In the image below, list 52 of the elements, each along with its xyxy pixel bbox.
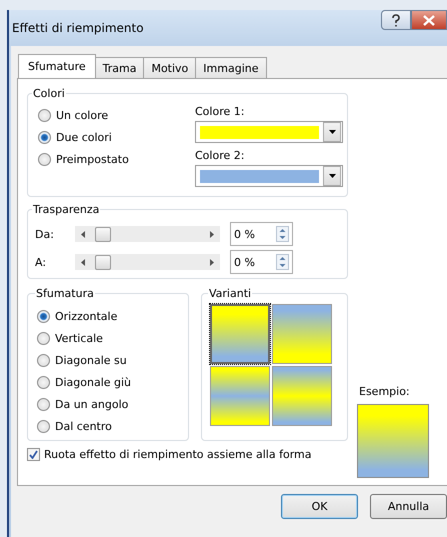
radio-option[interactable]: Diagonale su	[37, 352, 182, 368]
gradient-variant[interactable]	[272, 304, 332, 364]
slider-label: Da:	[34, 228, 55, 240]
group-title: Varianti	[208, 287, 252, 300]
help-icon	[390, 14, 402, 26]
window-title: Effetti di riempimento	[11, 21, 144, 35]
tab[interactable]: Sfumature	[18, 54, 96, 78]
radio-option[interactable]: Orizzontale	[37, 308, 182, 324]
color-label: Colore 1:	[195, 105, 246, 118]
spinner-arrows-icon[interactable]	[276, 226, 289, 242]
slider-thumb[interactable]	[94, 227, 111, 242]
gradient-variant[interactable]	[272, 366, 332, 426]
radio-option[interactable]: Due colori	[38, 129, 129, 145]
help-button[interactable]	[381, 10, 411, 30]
gradient-variant[interactable]	[210, 366, 270, 426]
spin-field[interactable]: 0 %	[230, 222, 293, 246]
right-arrow-icon	[210, 258, 214, 266]
left-arrow-icon	[81, 258, 85, 266]
gradient-variant[interactable]	[210, 304, 270, 364]
radio-option[interactable]: Un colore	[38, 107, 129, 123]
group-title: Sfumatura	[35, 287, 95, 300]
dropdown-button[interactable]	[323, 166, 341, 186]
group-title: Trasparenza	[32, 203, 100, 216]
slider-thumb[interactable]	[94, 255, 111, 270]
spinner-arrows-icon[interactable]	[276, 254, 289, 270]
dropdown-button[interactable]	[323, 122, 341, 142]
color-label: Colore 2:	[195, 149, 246, 162]
color-dropdown[interactable]	[195, 165, 343, 187]
close-icon	[423, 14, 435, 26]
radio-option[interactable]: Diagonale giù	[37, 374, 182, 390]
close-button[interactable]	[411, 10, 447, 30]
color-dropdown[interactable]	[195, 121, 343, 143]
left-arrow-icon	[81, 230, 85, 238]
caret-icon	[328, 174, 336, 178]
sample-label: Esempio:	[358, 385, 411, 398]
right-arrow-icon	[210, 230, 214, 238]
ok-button[interactable]: OK	[281, 494, 358, 519]
tab[interactable]: Immagine	[195, 57, 266, 78]
cancel-button[interactable]: Annulla	[370, 494, 447, 519]
slider-label: A:	[34, 256, 48, 268]
radio-option[interactable]: Da un angolo	[37, 396, 182, 412]
tab[interactable]: Motivo	[143, 57, 196, 78]
radio-option[interactable]: Preimpostato	[38, 151, 129, 167]
checkbox-option[interactable]: Ruota effetto di riempimento assieme alla forma	[27, 448, 348, 461]
radio-option[interactable]: Verticale	[37, 330, 182, 346]
slider-track[interactable]	[75, 226, 220, 242]
radio-option[interactable]: Dal centro	[37, 418, 182, 434]
spin-field[interactable]: 0 %	[230, 250, 293, 274]
tab[interactable]: Trama	[94, 57, 144, 78]
caret-icon	[328, 130, 336, 134]
slider-track[interactable]	[75, 254, 220, 270]
group-title: Colori	[32, 87, 66, 100]
